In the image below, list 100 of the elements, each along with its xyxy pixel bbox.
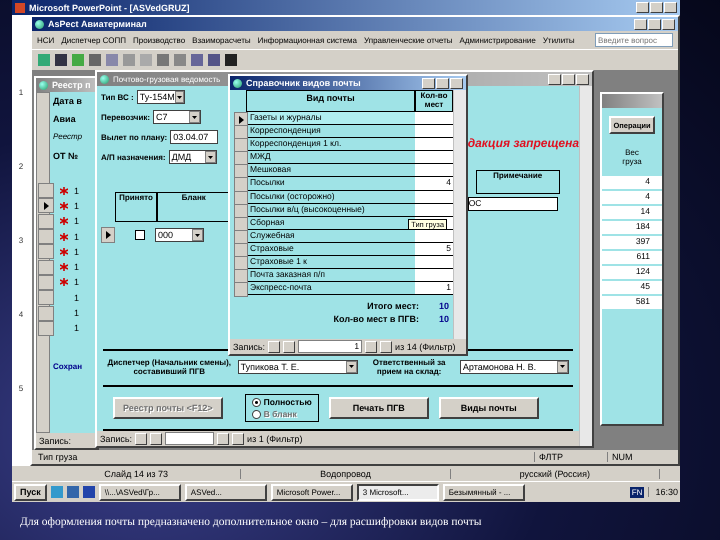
count-field[interactable]	[415, 151, 453, 164]
count-field[interactable]	[415, 125, 453, 138]
table-cell: Мешковая	[248, 164, 415, 178]
checkbox[interactable]	[135, 230, 145, 240]
close-button[interactable]	[450, 78, 463, 88]
row-selector[interactable]	[38, 198, 54, 214]
dropdown-button[interactable]	[204, 151, 216, 163]
count-field[interactable]: 1	[415, 282, 453, 296]
dropdown-field[interactable]: 000	[155, 228, 204, 242]
menu-item[interactable]: Информационная система	[258, 36, 358, 44]
count-field[interactable]	[415, 204, 453, 217]
previous-record-button[interactable]	[150, 432, 162, 444]
column-header: Примечание	[476, 170, 560, 194]
maximize-button[interactable]	[562, 74, 575, 84]
link[interactable]: Сохран	[53, 362, 82, 371]
scrollbar[interactable]	[453, 90, 466, 339]
taskbar-button[interactable]: 3 Microsoft...	[356, 484, 439, 500]
row-selector[interactable]	[101, 227, 115, 243]
menu-item[interactable]: НСИ	[37, 36, 54, 44]
dropdown-button[interactable]	[557, 360, 568, 373]
total-value: 10	[438, 314, 449, 324]
close-button[interactable]	[662, 18, 675, 30]
dropdown-field[interactable]: 03.04.07	[170, 130, 218, 144]
count-field[interactable]: 5	[415, 242, 453, 256]
record-field[interactable]	[165, 432, 214, 445]
next-record-button[interactable]	[217, 432, 230, 444]
taskbar-button[interactable]: ASVed...	[184, 484, 267, 500]
print-button[interactable]: Печать ПГВ	[328, 397, 429, 420]
dropdown-field[interactable]: Ту-154М	[136, 90, 185, 104]
next-record-button[interactable]	[365, 340, 378, 352]
ruler-number: 3	[18, 236, 24, 245]
first-record-button[interactable]	[268, 340, 280, 352]
help-search-field[interactable]: Введите вопрос	[595, 33, 673, 47]
dropdown-field[interactable]: Тупикова Т. Е.	[238, 360, 358, 374]
minimize-button[interactable]	[636, 2, 649, 13]
asterisk-icon	[60, 248, 68, 256]
table-cell: 1	[74, 277, 80, 288]
app-icon	[39, 80, 48, 90]
dropdown-button[interactable]	[189, 111, 200, 123]
taskbar-button[interactable]: Microsoft Power...	[270, 484, 353, 500]
table-cell: 4	[602, 176, 662, 189]
start-button[interactable]: Пуск	[14, 484, 47, 500]
dropdown-field[interactable]: Артамонова Н. В.	[460, 360, 569, 374]
first-record-button[interactable]	[135, 432, 148, 444]
radio-button[interactable]: Полностью	[252, 397, 312, 408]
count-field[interactable]	[415, 190, 453, 204]
count-field[interactable]	[415, 164, 453, 178]
window-title: AsPect Авиатерминал	[48, 19, 147, 29]
close-button[interactable]	[576, 74, 589, 84]
field-label: Дата в	[53, 96, 82, 106]
table-cell: Страховые	[248, 242, 415, 256]
ruler-number: 2	[18, 162, 24, 171]
dropdown-button[interactable]	[174, 91, 184, 103]
menu-item[interactable]: Производство	[133, 36, 186, 44]
menu-item[interactable]: Администрирование	[460, 36, 536, 44]
table-cell: Корреспонденция 1 кл.	[248, 138, 415, 152]
minimize-button[interactable]	[548, 74, 561, 84]
dropdown-button[interactable]	[192, 229, 203, 241]
table-cell: 4	[602, 191, 662, 204]
maximize-button[interactable]	[436, 78, 449, 88]
minimize-button[interactable]	[422, 78, 435, 88]
count-field[interactable]	[415, 256, 453, 270]
taskbar-button[interactable]: Безымянный - ...	[442, 484, 525, 500]
menu-item[interactable]: Утилиты	[542, 36, 575, 44]
table-cell: 611	[602, 251, 662, 264]
dropdown-field[interactable]: ДМД	[168, 150, 217, 164]
status-text: Слайд 14 из 73	[32, 468, 242, 478]
dropdown-button[interactable]	[346, 360, 358, 373]
mail-types-button[interactable]: Виды почты	[438, 397, 539, 420]
maximize-button[interactable]	[648, 18, 661, 30]
menu-item[interactable]: Управленческие отчеты	[364, 36, 453, 44]
last-record-button[interactable]	[380, 340, 392, 352]
close-button[interactable]	[664, 2, 677, 13]
taskbar-button[interactable]: \\...\ASVed\Гр...	[98, 484, 181, 500]
field-label: Перевозчик:	[101, 112, 150, 122]
count-field[interactable]	[415, 112, 453, 126]
table-cell: 1	[74, 246, 80, 257]
maximize-button[interactable]	[650, 2, 663, 13]
record-label: Запись:	[100, 434, 132, 444]
count-field[interactable]	[415, 269, 453, 282]
clock: 16:30	[648, 487, 678, 497]
caret-icon	[176, 96, 182, 98]
record-field[interactable]: 1	[298, 340, 362, 353]
table-cell: 1	[74, 216, 80, 226]
menu-item[interactable]: Диспетчер СОПП	[61, 36, 126, 44]
dropdown-field[interactable]: С7	[153, 110, 202, 124]
menu-item[interactable]: Взаиморасчеты	[192, 36, 251, 44]
count-field[interactable]	[415, 230, 453, 243]
count-field[interactable]	[415, 138, 453, 152]
last-record-button[interactable]	[232, 432, 244, 444]
previous-record-button[interactable]	[283, 340, 296, 352]
minimize-button[interactable]	[634, 18, 647, 30]
asterisk-icon	[60, 232, 68, 241]
column-header: Вид почты	[246, 90, 415, 112]
table-cell: 14	[602, 206, 662, 219]
caption: Для оформления почты предназначено дополнительное окно – для расшифровки видов почты	[19, 515, 482, 528]
record-label: Запись:	[39, 436, 72, 446]
count-field[interactable]: 4	[415, 177, 453, 191]
scrollbar[interactable]	[579, 86, 592, 446]
field-label: Авиа	[53, 114, 76, 124]
